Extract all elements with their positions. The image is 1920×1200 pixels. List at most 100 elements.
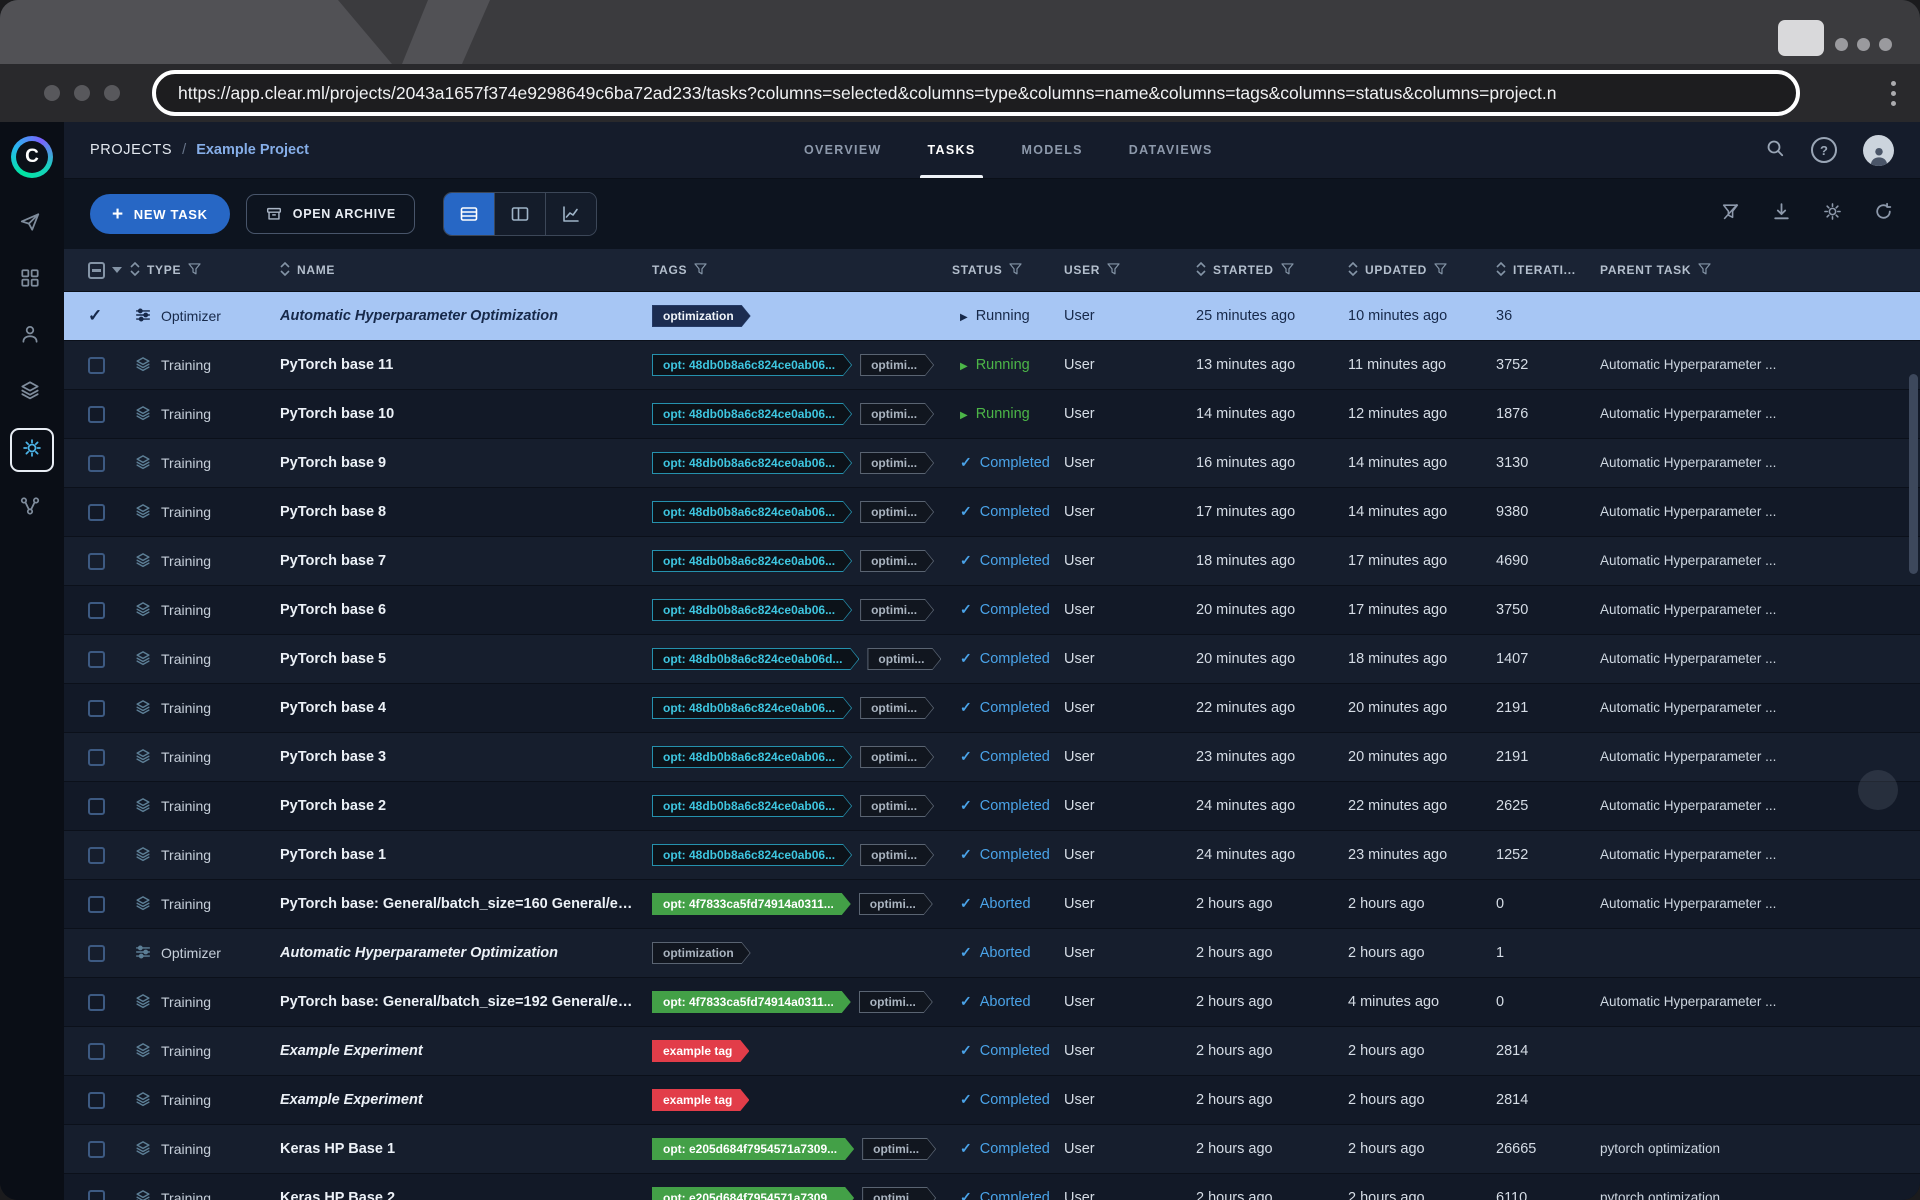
task-row[interactable]: TrainingExample Experimentexample tagCom… bbox=[64, 1076, 1920, 1125]
task-name[interactable]: Example Experiment bbox=[280, 1043, 437, 1059]
task-row[interactable]: TrainingPyTorch base 10opt: 48db0b8a6c82… bbox=[64, 390, 1920, 439]
scroll-float-button[interactable] bbox=[1858, 770, 1898, 810]
tag[interactable]: opt: 48db0b8a6c824ce0ab06... bbox=[652, 844, 852, 866]
browser-menu-icon[interactable] bbox=[1891, 81, 1896, 106]
row-checkbox[interactable] bbox=[88, 1141, 105, 1158]
task-name[interactable]: PyTorch base 8 bbox=[280, 504, 400, 520]
task-parent[interactable]: Automatic Hyperparameter ... bbox=[1600, 635, 1920, 683]
tag[interactable]: opt: e205d684f7954571a7309... bbox=[652, 1187, 854, 1200]
tag[interactable]: optimization bbox=[652, 942, 751, 964]
tab-tasks[interactable]: TASKS bbox=[928, 122, 976, 178]
sidebar-item-projects[interactable] bbox=[10, 204, 50, 244]
tag[interactable]: optimi... bbox=[860, 746, 934, 768]
row-checkbox[interactable] bbox=[88, 455, 105, 472]
filter-funnel-icon[interactable] bbox=[1698, 263, 1711, 278]
task-row[interactable]: TrainingKeras HP Base 1opt: e205d684f795… bbox=[64, 1125, 1920, 1174]
filter-funnel-icon[interactable] bbox=[1107, 263, 1120, 278]
window-menu-dots-icon[interactable] bbox=[1835, 38, 1892, 51]
task-row[interactable]: TrainingPyTorch base 7opt: 48db0b8a6c824… bbox=[64, 537, 1920, 586]
column-header-tags[interactable]: TAGS bbox=[652, 263, 952, 278]
sidebar-item-workers[interactable] bbox=[10, 316, 50, 356]
download-icon[interactable] bbox=[1771, 201, 1792, 227]
tag[interactable]: optimi... bbox=[860, 697, 934, 719]
new-task-button[interactable]: NEW TASK bbox=[90, 194, 230, 234]
task-row[interactable]: TrainingExample Experimentexample tagCom… bbox=[64, 1027, 1920, 1076]
row-checkbox[interactable] bbox=[88, 1092, 105, 1109]
task-parent[interactable]: Automatic Hyperparameter ... bbox=[1600, 488, 1920, 536]
sidebar-item-datasets[interactable] bbox=[10, 372, 50, 412]
row-selected-check-icon[interactable] bbox=[88, 306, 102, 326]
task-name[interactable]: Example Experiment bbox=[280, 1092, 437, 1108]
tag[interactable]: optimi... bbox=[862, 1187, 936, 1200]
url-text[interactable]: https://app.clear.ml/projects/2043a1657f… bbox=[178, 83, 1557, 104]
column-header-updated[interactable]: UPDATED bbox=[1348, 262, 1496, 279]
row-checkbox[interactable] bbox=[88, 602, 105, 619]
tag[interactable]: example tag bbox=[652, 1089, 749, 1111]
task-row[interactable]: TrainingPyTorch base 3opt: 48db0b8a6c824… bbox=[64, 733, 1920, 782]
task-row[interactable]: TrainingPyTorch base 1opt: 48db0b8a6c824… bbox=[64, 831, 1920, 880]
tag[interactable]: opt: 48db0b8a6c824ce0ab06... bbox=[652, 550, 852, 572]
task-row[interactable]: TrainingPyTorch base 8opt: 48db0b8a6c824… bbox=[64, 488, 1920, 537]
task-row[interactable]: TrainingPyTorch base: General/batch_size… bbox=[64, 978, 1920, 1027]
tab-models[interactable]: MODELS bbox=[1021, 122, 1082, 178]
tag[interactable]: optimi... bbox=[862, 1138, 936, 1160]
task-row[interactable]: TrainingPyTorch base 4opt: 48db0b8a6c824… bbox=[64, 684, 1920, 733]
row-checkbox[interactable] bbox=[88, 553, 105, 570]
tag[interactable]: example tag bbox=[652, 1040, 749, 1062]
sort-icon[interactable] bbox=[1496, 262, 1506, 279]
task-name[interactable]: PyTorch base 2 bbox=[280, 798, 400, 814]
task-row[interactable]: TrainingPyTorch base 2opt: 48db0b8a6c824… bbox=[64, 782, 1920, 831]
column-header-name[interactable]: NAME bbox=[280, 262, 652, 279]
task-row[interactable]: TrainingPyTorch base 5opt: 48db0b8a6c824… bbox=[64, 635, 1920, 684]
column-header-type[interactable]: TYPE bbox=[130, 262, 280, 279]
tag[interactable]: opt: 48db0b8a6c824ce0ab06... bbox=[652, 403, 852, 425]
task-row[interactable]: TrainingPyTorch base 9opt: 48db0b8a6c824… bbox=[64, 439, 1920, 488]
vertical-scrollbar[interactable] bbox=[1908, 292, 1918, 1196]
filter-funnel-icon[interactable] bbox=[1281, 263, 1294, 278]
task-parent[interactable]: Automatic Hyperparameter ... bbox=[1600, 439, 1920, 487]
tag[interactable]: optimi... bbox=[867, 648, 941, 670]
sidebar-item-applications[interactable] bbox=[10, 428, 54, 472]
chart-view-button[interactable] bbox=[545, 193, 596, 235]
window-control-dots[interactable] bbox=[44, 85, 120, 101]
row-checkbox[interactable] bbox=[88, 357, 105, 374]
url-bar[interactable]: https://app.clear.ml/projects/2043a1657f… bbox=[152, 70, 1800, 116]
window-maximize-button[interactable] bbox=[1778, 20, 1824, 56]
task-name[interactable]: PyTorch base 6 bbox=[280, 602, 400, 618]
task-name[interactable]: PyTorch base 11 bbox=[280, 357, 407, 373]
tab-overview[interactable]: OVERVIEW bbox=[804, 122, 882, 178]
tag[interactable]: optimi... bbox=[860, 403, 934, 425]
task-row[interactable]: TrainingPyTorch base: General/batch_size… bbox=[64, 880, 1920, 929]
task-parent[interactable]: Automatic Hyperparameter ... bbox=[1600, 586, 1920, 634]
help-icon[interactable]: ? bbox=[1811, 137, 1837, 163]
tag[interactable]: opt: 48db0b8a6c824ce0ab06... bbox=[652, 599, 852, 621]
filter-funnel-icon[interactable] bbox=[694, 263, 707, 278]
tag[interactable]: optimi... bbox=[859, 991, 933, 1013]
scrollbar-thumb[interactable] bbox=[1909, 374, 1918, 574]
auto-refresh-icon[interactable] bbox=[1873, 201, 1894, 227]
task-name[interactable]: PyTorch base 3 bbox=[280, 749, 400, 765]
breadcrumb-project-name[interactable]: Example Project bbox=[196, 142, 309, 158]
select-all-checkbox[interactable] bbox=[88, 262, 105, 279]
table-view-button[interactable] bbox=[444, 193, 494, 235]
clear-filters-icon[interactable] bbox=[1720, 201, 1741, 227]
sidebar-item-pipelines[interactable] bbox=[10, 488, 50, 528]
tag[interactable]: optimi... bbox=[860, 795, 934, 817]
task-name[interactable]: Automatic Hyperparameter Optimization bbox=[280, 308, 572, 324]
task-parent[interactable]: pytorch optimization bbox=[1600, 1174, 1920, 1200]
task-parent[interactable]: Automatic Hyperparameter ... bbox=[1600, 684, 1920, 732]
row-checkbox[interactable] bbox=[88, 945, 105, 962]
task-name[interactable]: PyTorch base 9 bbox=[280, 455, 400, 471]
tag[interactable]: optimi... bbox=[860, 844, 934, 866]
row-checkbox[interactable] bbox=[88, 994, 105, 1011]
task-row[interactable]: TrainingPyTorch base 11opt: 48db0b8a6c82… bbox=[64, 341, 1920, 390]
sort-icon[interactable] bbox=[1196, 262, 1206, 279]
tag[interactable]: optimi... bbox=[860, 452, 934, 474]
sort-icon[interactable] bbox=[280, 262, 290, 279]
tag[interactable]: opt: 4f7833ca5fd74914a0311... bbox=[652, 893, 851, 915]
filter-funnel-icon[interactable] bbox=[1434, 263, 1447, 278]
row-checkbox[interactable] bbox=[88, 700, 105, 717]
tag[interactable]: opt: e205d684f7954571a7309... bbox=[652, 1138, 854, 1160]
row-checkbox[interactable] bbox=[88, 1043, 105, 1060]
avatar[interactable] bbox=[1863, 135, 1894, 166]
